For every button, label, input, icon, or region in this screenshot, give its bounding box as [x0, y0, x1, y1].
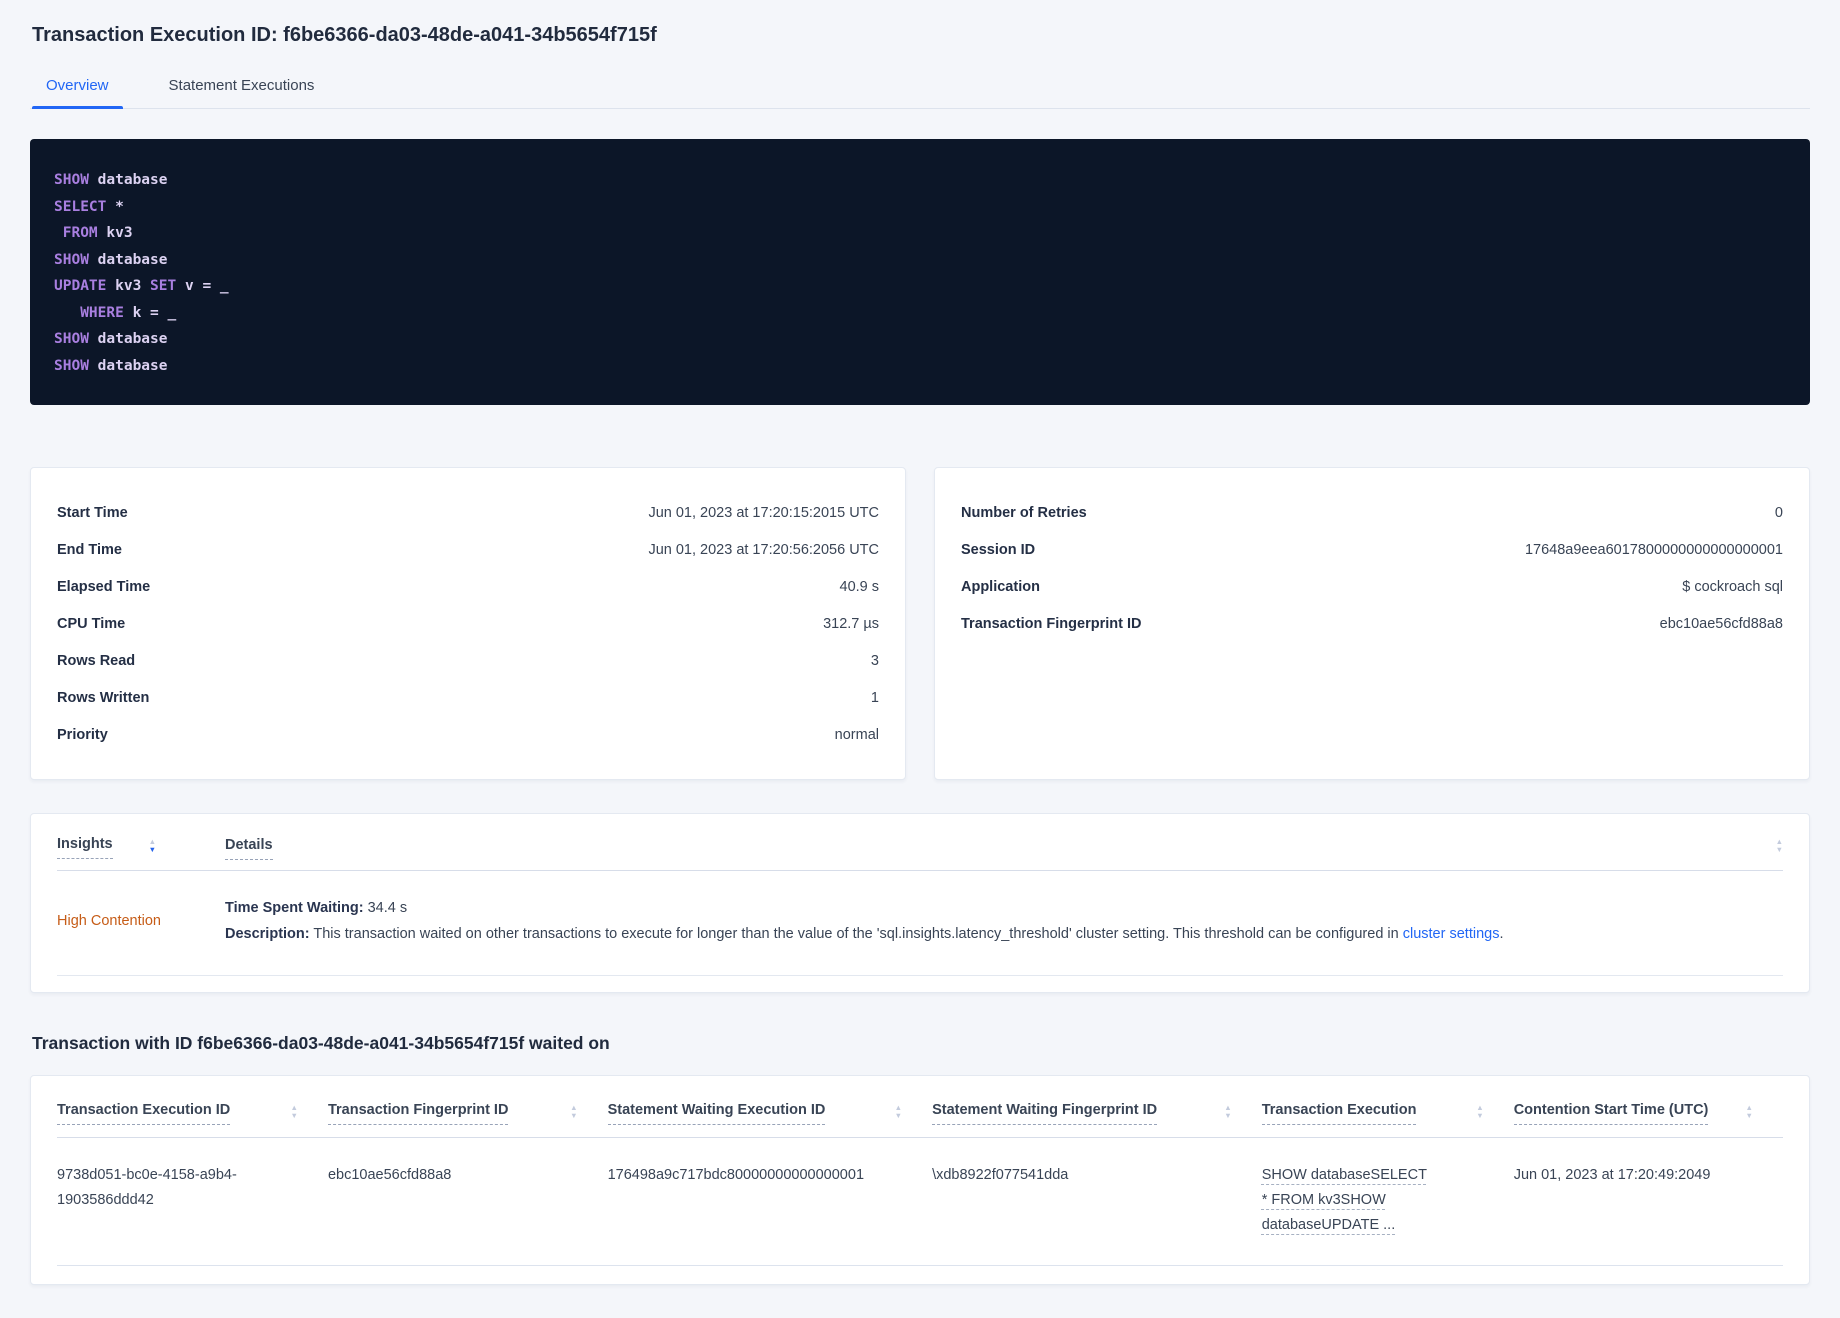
- cell-statement-waiting-fingerprint-id: \xdb8922f077541dda: [932, 1167, 1069, 1183]
- sort-arrows-icon[interactable]: ▲ ▼: [1224, 1104, 1232, 1120]
- stat-value: 0: [1774, 504, 1783, 521]
- stat-value: normal: [834, 726, 879, 743]
- sql-line: SHOW database: [54, 172, 168, 188]
- transaction-execution-link[interactable]: SHOW databaseSELECT * FROM kv3SHOW datab…: [1262, 1163, 1430, 1238]
- transaction-fingerprint-link[interactable]: ebc10ae56cfd88a8: [1660, 616, 1783, 632]
- sort-arrows-icon[interactable]: ▲ ▼: [1476, 1104, 1484, 1120]
- stat-row-transaction-fingerprint-id: Transaction Fingerprint ID ebc10ae56cfd8…: [961, 605, 1783, 642]
- stat-label: End Time: [57, 541, 122, 558]
- stat-value: 3: [870, 652, 879, 669]
- stat-value: 1: [870, 689, 879, 706]
- sql-statements-box: SHOW database SELECT * FROM kv3 SHOW dat…: [30, 139, 1810, 405]
- sort-desc-icon: ▼: [1476, 1111, 1484, 1120]
- waited-on-heading: Transaction with ID f6be6366-da03-48de-a…: [32, 1033, 610, 1053]
- cell-contention-start-time: Jun 01, 2023 at 17:20:49:2049: [1513, 1167, 1711, 1183]
- insight-row: High Contention Time Spent Waiting: 34.4…: [57, 871, 1783, 976]
- sort-desc-icon: ▼: [290, 1111, 298, 1120]
- column-header-transaction-execution-id[interactable]: Transaction Execution ID: [57, 1102, 231, 1125]
- table-row: 9738d051-bc0e-4158-a9b4-1903586ddd42 ebc…: [57, 1138, 1783, 1266]
- stat-label: Rows Written: [57, 689, 150, 706]
- stat-label: Start Time: [57, 504, 128, 521]
- sort-desc-icon: ▼: [1745, 1111, 1753, 1120]
- sort-desc-icon: ▼: [1224, 1111, 1232, 1120]
- sort-arrows-icon[interactable]: ▲ ▼: [1745, 1104, 1753, 1120]
- sql-line: UPDATE kv3 SET v = _: [54, 278, 229, 294]
- page-title: Transaction Execution ID: f6be6366-da03-…: [32, 24, 657, 46]
- summary-cards-row: Start Time Jun 01, 2023 at 17:20:15:2015…: [30, 467, 1810, 780]
- insights-column-header[interactable]: Insights: [57, 836, 113, 859]
- stat-value: 40.9 s: [839, 578, 880, 595]
- stat-row-start-time: Start Time Jun 01, 2023 at 17:20:15:2015…: [57, 494, 879, 531]
- stat-label: Number of Retries: [961, 504, 1087, 521]
- stat-value: Jun 01, 2023 at 17:20:56:2056 UTC: [648, 541, 879, 558]
- details-column-header[interactable]: Details: [225, 837, 273, 860]
- stat-row-cpu-time: CPU Time 312.7 µs: [57, 605, 879, 642]
- stat-row-end-time: End Time Jun 01, 2023 at 17:20:56:2056 U…: [57, 531, 879, 568]
- sort-arrows-icon[interactable]: ▲ ▼: [290, 1104, 298, 1120]
- sort-arrows-icon[interactable]: ▲ ▼: [1775, 838, 1783, 854]
- stat-row-rows-written: Rows Written 1: [57, 679, 879, 716]
- sort-desc-icon: ▼: [894, 1111, 903, 1120]
- stat-label: Session ID: [961, 541, 1036, 558]
- sql-line: SHOW database: [54, 357, 168, 374]
- stat-label: Rows Read: [57, 652, 136, 669]
- stat-label: Priority: [57, 726, 108, 743]
- stat-value: Jun 01, 2023 at 17:20:15:2015 UTC: [648, 504, 879, 521]
- sort-desc-icon: ▼: [148, 845, 157, 854]
- stat-row-application: Application $ cockroach sql: [961, 568, 1783, 605]
- sql-line: WHERE k = _: [80, 304, 177, 321]
- column-header-statement-waiting-execution-id[interactable]: Statement Waiting Execution ID: [607, 1102, 826, 1125]
- waited-on-table-header: Transaction Execution ID ▲ ▼ Transaction …: [57, 1076, 1783, 1138]
- stat-value: 17648a9eea6017800000000000000001: [1524, 541, 1783, 558]
- stat-value: 312.7 µs: [823, 615, 879, 632]
- tab-overview[interactable]: Overview: [32, 69, 123, 109]
- sql-line: SHOW database: [54, 251, 168, 268]
- stat-value: $ cockroach sql: [1682, 578, 1783, 595]
- sort-desc-icon: ▼: [1775, 845, 1783, 854]
- tab-statement-executions[interactable]: Statement Executions: [155, 69, 329, 108]
- sql-line: SHOW database: [54, 331, 168, 347]
- stat-label: Elapsed Time: [57, 578, 151, 595]
- sql-line: SELECT *: [54, 198, 124, 215]
- cell-transaction-fingerprint-id: ebc10ae56cfd88a8: [327, 1167, 452, 1183]
- column-header-transaction-fingerprint-id[interactable]: Transaction Fingerprint ID: [327, 1102, 509, 1125]
- stat-label: Application: [961, 578, 1040, 595]
- sort-desc-icon: ▼: [570, 1111, 578, 1120]
- stat-label: CPU Time: [57, 615, 126, 632]
- sort-arrows-icon[interactable]: ▲ ▼: [148, 838, 157, 854]
- stat-row-priority: Priority normal: [57, 716, 879, 753]
- sort-arrows-icon[interactable]: ▲ ▼: [894, 1104, 903, 1120]
- insights-table-header: Insights ▲ ▼ Details ▲ ▼: [57, 814, 1783, 871]
- stat-row-retries: Number of Retries 0: [961, 494, 1783, 531]
- insight-details: Time Spent Waiting: 34.4 s Description: …: [225, 895, 1783, 947]
- transaction-details-page: Transaction Execution ID: f6be6366-da03-…: [0, 0, 1840, 1285]
- tab-bar: Overview Statement Executions: [30, 69, 1810, 109]
- waited-on-table-card: Transaction Execution ID ▲ ▼ Transaction …: [30, 1075, 1810, 1285]
- column-header-statement-waiting-fingerprint-id[interactable]: Statement Waiting Fingerprint ID: [932, 1102, 1158, 1125]
- stat-row-elapsed-time: Elapsed Time 40.9 s: [57, 568, 879, 605]
- sql-line: FROM kv3: [62, 225, 133, 241]
- insight-type-badge: High Contention: [57, 913, 161, 929]
- cell-statement-waiting-execution-id: 176498a9c717bdc80000000000000001: [607, 1167, 865, 1183]
- insights-table-card: Insights ▲ ▼ Details ▲ ▼ High Contention T…: [30, 813, 1810, 993]
- column-header-transaction-execution[interactable]: Transaction Execution: [1261, 1102, 1417, 1125]
- insight-description-line: Description: This transaction waited on …: [225, 926, 1504, 942]
- column-header-contention-start-time[interactable]: Contention Start Time (UTC): [1513, 1102, 1709, 1125]
- time-spent-waiting-line: Time Spent Waiting: 34.4 s: [225, 900, 408, 916]
- execution-stats-card: Start Time Jun 01, 2023 at 17:20:15:2015…: [30, 467, 906, 780]
- session-info-card: Number of Retries 0 Session ID 17648a9ee…: [934, 467, 1810, 780]
- cell-transaction-execution-id: 9738d051-bc0e-4158-a9b4-1903586ddd42: [57, 1167, 237, 1208]
- stat-row-rows-read: Rows Read 3: [57, 642, 879, 679]
- cluster-settings-link[interactable]: cluster settings: [1403, 926, 1500, 942]
- stat-label: Transaction Fingerprint ID: [961, 615, 1142, 632]
- sort-arrows-icon[interactable]: ▲ ▼: [570, 1104, 578, 1120]
- stat-row-session-id: Session ID 17648a9eea6017800000000000000…: [961, 531, 1783, 568]
